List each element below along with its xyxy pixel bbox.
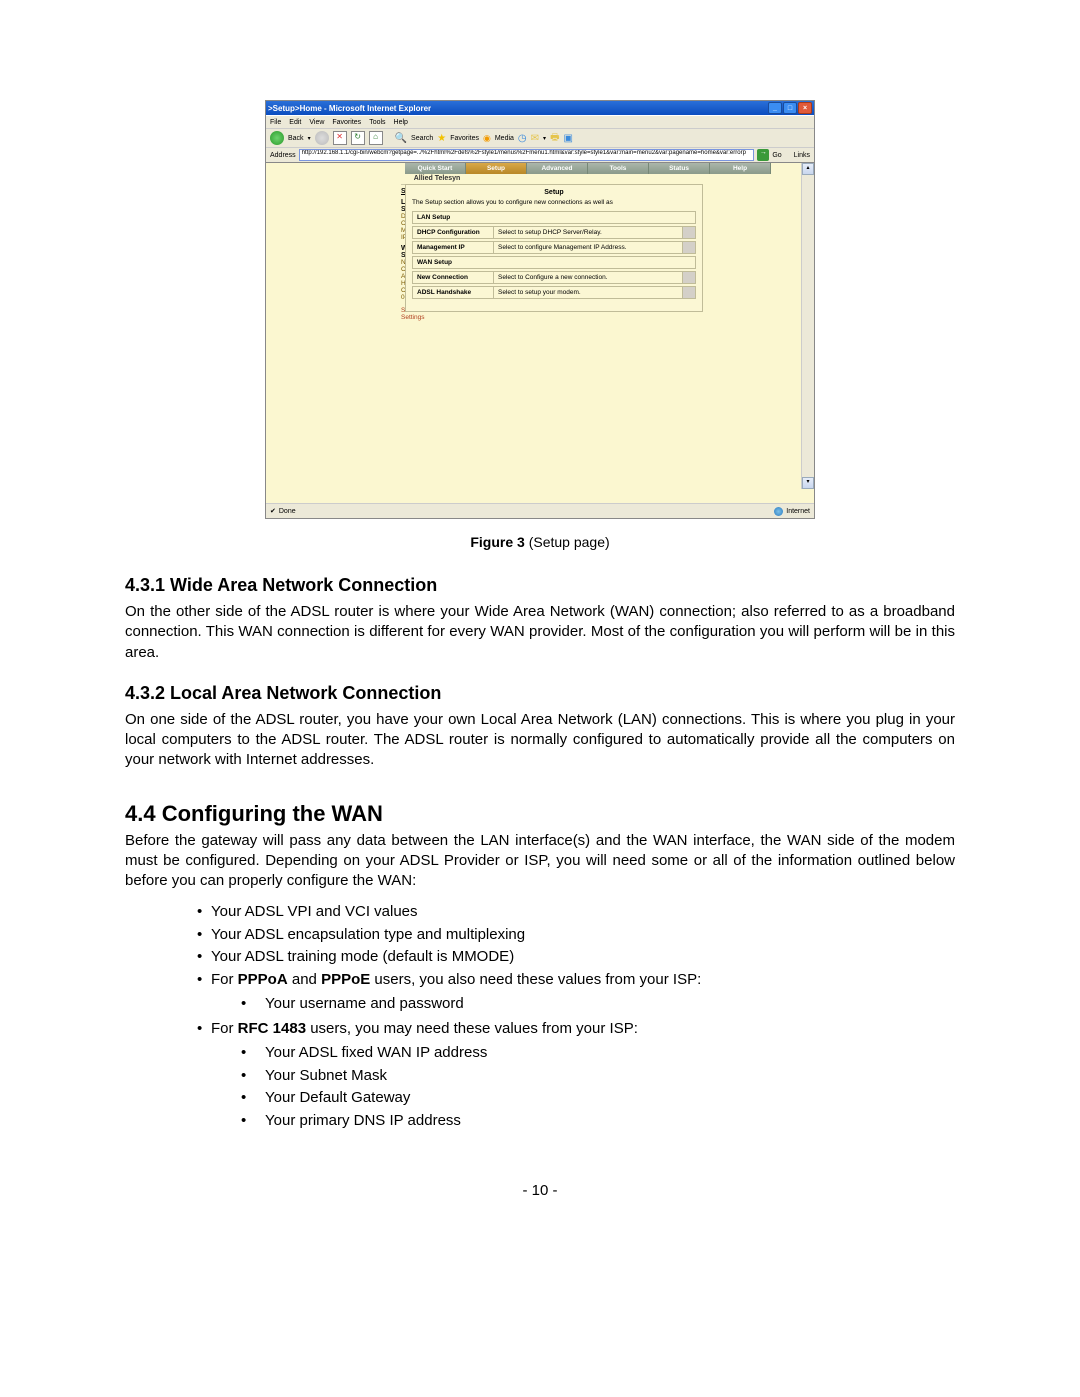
menu-favorites[interactable]: Favorites	[332, 119, 361, 126]
toolbar: Back ▾ ✕ ↻ ⌂ 🔍 Search ★ Favorites ◉ Medi…	[266, 128, 814, 147]
panel-btn-mgmtip[interactable]	[683, 242, 695, 253]
list-item: Your ADSL training mode (default is MMOD…	[197, 946, 955, 969]
panel-row-dhcp: DHCP Configuration Select to setup DHCP …	[412, 226, 696, 239]
panel-btn-newconn[interactable]	[683, 272, 695, 283]
panel-row-mgmtip: Management IP Select to configure Manage…	[412, 241, 696, 254]
vertical-scrollbar[interactable]: ▴ ▾	[801, 163, 814, 489]
tab-status[interactable]: Status	[649, 163, 710, 174]
para-432: On one side of the ADSL router, you have…	[125, 710, 955, 771]
heading-431: 4.3.1 Wide Area Network Connection	[125, 575, 955, 596]
links-label[interactable]: Links	[794, 152, 810, 159]
status-text: Done	[279, 508, 296, 515]
panel-desc: The Setup section allows you to configur…	[412, 199, 696, 206]
main-content: Quick Start Setup Advanced Tools Status …	[401, 163, 802, 503]
page-viewport: Allied Telesyn Setup LAN Setup DHCP Conf…	[266, 162, 814, 503]
menubar: File Edit View Favorites Tools Help	[266, 115, 814, 128]
page-number: - 10 -	[125, 1182, 955, 1199]
menu-file[interactable]: File	[270, 119, 281, 126]
favorites-icon[interactable]: ★	[437, 133, 446, 144]
figure-caption: Figure 3 (Setup page)	[125, 534, 955, 550]
para-44: Before the gateway will pass any data be…	[125, 831, 955, 892]
list-item: Your ADSL encapsulation type and multipl…	[197, 924, 955, 947]
heading-44: 4.4 Configuring the WAN	[125, 801, 955, 827]
tab-setup[interactable]: Setup	[466, 163, 527, 174]
go-button[interactable]: →	[757, 149, 769, 161]
para-431: On the other side of the ADSL router is …	[125, 602, 955, 663]
tab-tools[interactable]: Tools	[588, 163, 649, 174]
refresh-icon[interactable]: ↻	[351, 131, 365, 145]
statusbar: ✔ Done Internet	[266, 503, 814, 518]
status-done-icon: ✔	[270, 507, 276, 515]
tab-bar: Quick Start Setup Advanced Tools Status …	[405, 163, 798, 174]
list-item: Your ADSL VPI and VCI values	[197, 901, 955, 924]
panel-btn-adsl[interactable]	[683, 287, 695, 298]
panel-row-wan: WAN Setup	[412, 256, 696, 269]
home-icon[interactable]: ⌂	[369, 131, 383, 145]
list-item: Your Default Gateway	[241, 1087, 955, 1110]
list-item: For RFC 1483 users, you may need these v…	[197, 1018, 955, 1133]
panel-row-lan: LAN Setup	[412, 211, 696, 224]
sidebar: Allied Telesyn Setup LAN Setup DHCP Conf…	[331, 163, 401, 503]
search-label[interactable]: Search	[411, 135, 433, 142]
address-label: Address	[270, 152, 296, 159]
window-title: >Setup>Home - Microsoft Internet Explore…	[268, 104, 767, 113]
list-item: For PPPoA and PPPoE users, you also need…	[197, 969, 955, 1016]
media-icon[interactable]: ◉	[483, 133, 491, 144]
tab-quick-start[interactable]: Quick Start	[405, 163, 466, 174]
panel-title: Setup	[412, 189, 696, 196]
menu-view[interactable]: View	[309, 119, 324, 126]
list-item: Your ADSL fixed WAN IP address	[241, 1042, 955, 1065]
internet-zone-label: Internet	[786, 508, 810, 515]
back-icon[interactable]	[270, 131, 284, 145]
list-item: Your Subnet Mask	[241, 1065, 955, 1088]
menu-help[interactable]: Help	[394, 119, 408, 126]
stop-icon[interactable]: ✕	[333, 131, 347, 145]
favorites-label[interactable]: Favorites	[450, 135, 479, 142]
list-item: Your username and password	[241, 993, 955, 1016]
address-input[interactable]: http://192.168.1.1/cgi-bin/webcm?getpage…	[299, 149, 755, 161]
list-item: Your primary DNS IP address	[241, 1110, 955, 1133]
back-label[interactable]: Back	[288, 135, 304, 142]
history-icon[interactable]: ◷	[518, 133, 527, 144]
browser-window: >Setup>Home - Microsoft Internet Explore…	[265, 100, 815, 519]
go-label[interactable]: Go	[772, 152, 781, 159]
tab-advanced[interactable]: Advanced	[527, 163, 588, 174]
print-icon[interactable]: 🖶	[550, 130, 559, 147]
tab-help[interactable]: Help	[710, 163, 771, 174]
titlebar: >Setup>Home - Microsoft Internet Explore…	[266, 101, 814, 115]
edit-icon[interactable]: ▣	[564, 133, 573, 144]
internet-zone-icon	[774, 507, 783, 516]
setup-panel: Setup The Setup section allows you to co…	[405, 184, 703, 312]
forward-icon[interactable]	[315, 131, 329, 145]
menu-tools[interactable]: Tools	[369, 119, 385, 126]
scroll-down-icon[interactable]: ▾	[802, 477, 814, 489]
address-bar: Address http://192.168.1.1/cgi-bin/webcm…	[266, 147, 814, 162]
bullet-list: Your ADSL VPI and VCI values Your ADSL e…	[197, 901, 955, 1132]
menu-edit[interactable]: Edit	[289, 119, 301, 126]
scroll-up-icon[interactable]: ▴	[802, 163, 814, 175]
close-button[interactable]: ×	[798, 102, 812, 114]
maximize-button[interactable]: □	[783, 102, 797, 114]
media-label[interactable]: Media	[495, 135, 514, 142]
panel-row-adsl: ADSL Handshake Select to setup your mode…	[412, 286, 696, 299]
minimize-button[interactable]: _	[768, 102, 782, 114]
panel-btn-dhcp[interactable]	[683, 227, 695, 238]
heading-432: 4.3.2 Local Area Network Connection	[125, 683, 955, 704]
mail-icon[interactable]: ✉	[531, 133, 539, 144]
search-icon[interactable]: 🔍	[395, 133, 407, 144]
panel-row-newconn: New Connection Select to Configure a new…	[412, 271, 696, 284]
